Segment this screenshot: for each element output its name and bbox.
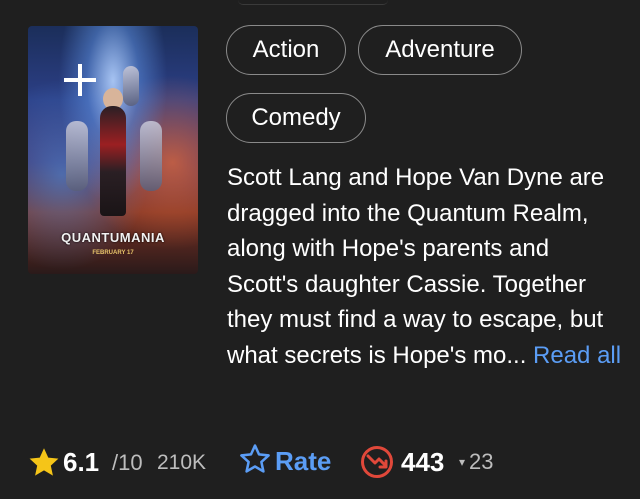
poster-hero <box>100 106 126 216</box>
genre-chip-adventure[interactable]: Adventure <box>358 25 522 75</box>
ratings-bar: 6.1 /10 210K Rate 443 ▾ 23 <box>26 444 626 480</box>
star-outline-icon <box>239 443 271 479</box>
rate-button[interactable]: Rate <box>239 444 331 478</box>
top-edge <box>238 0 388 5</box>
popularity-down-icon <box>360 445 394 484</box>
poster-figure <box>140 121 162 191</box>
rating-value: 6.1 <box>63 447 100 477</box>
popularity-rank: 443 <box>401 447 445 477</box>
star-icon <box>28 447 60 483</box>
genre-chip-comedy[interactable]: Comedy <box>226 93 366 143</box>
poster-figure <box>123 66 139 106</box>
poster-date: FEBRUARY 17 <box>92 250 134 256</box>
poster-figure <box>66 121 88 191</box>
read-all-link[interactable]: Read all <box>533 342 621 369</box>
movie-poster[interactable]: QUANTUMANIA FEBRUARY 17 <box>28 26 198 274</box>
rating-max: /10 <box>112 450 143 475</box>
poster-title: QUANTUMANIA <box>61 230 165 245</box>
add-to-watchlist-icon[interactable] <box>62 62 122 122</box>
popularity-change: ▾ 23 <box>459 449 494 475</box>
down-triangle-icon: ▾ <box>459 455 466 469</box>
popularity-change-value: 23 <box>469 449 494 474</box>
rate-label: Rate <box>275 445 332 476</box>
vote-count: 210K <box>157 451 207 474</box>
plot-summary: Scott Lang and Hope Van Dyne are dragged… <box>227 160 622 373</box>
plot-text: Scott Lang and Hope Van Dyne are dragged… <box>227 164 605 369</box>
genre-chip-action[interactable]: Action <box>226 25 346 75</box>
